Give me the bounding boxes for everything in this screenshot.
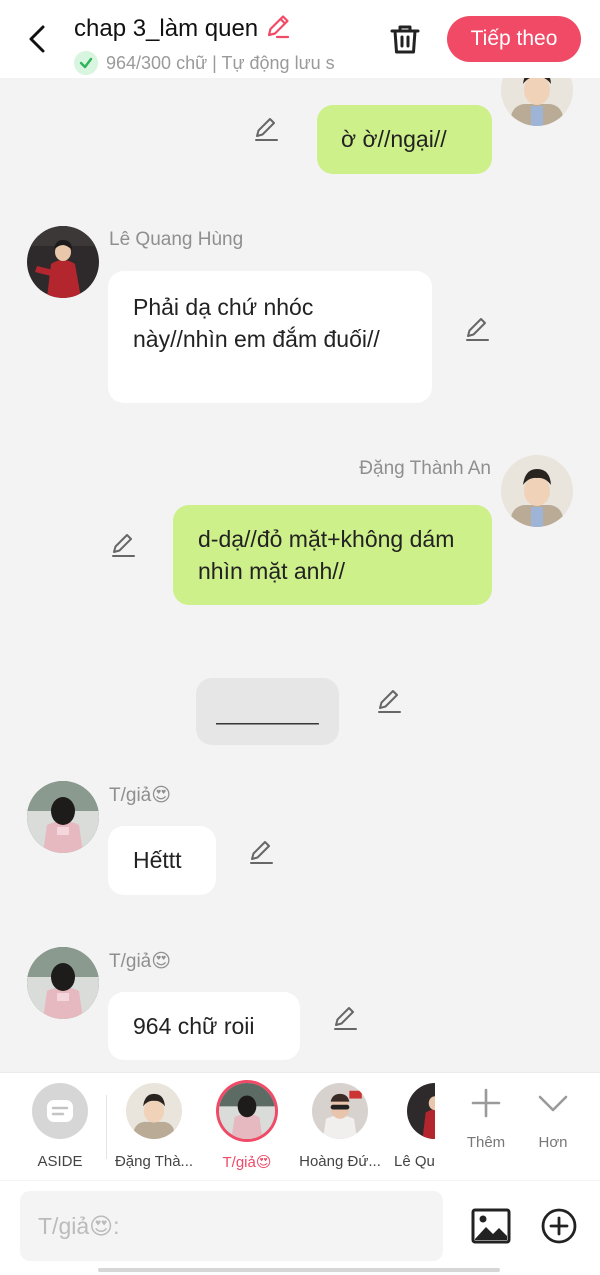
speaker-name: Đặng Thành An xyxy=(359,458,491,479)
message-bubble[interactable]: d-dạ//đỏ mặt+không dám nhìn mặt anh// xyxy=(173,505,492,605)
avatar-dang-thanh-an[interactable] xyxy=(501,455,573,527)
message-input[interactable]: T/giả😍: xyxy=(20,1191,443,1261)
character-author[interactable]: T/giả😍 xyxy=(203,1083,291,1171)
pencil-icon xyxy=(255,118,278,141)
aside-icon xyxy=(32,1083,88,1139)
add-character-button[interactable]: Thêm xyxy=(456,1087,516,1151)
pencil-icon xyxy=(112,534,135,557)
edit-message-button[interactable] xyxy=(247,838,275,866)
speaker-name: T/giả😍 xyxy=(109,785,172,806)
divider xyxy=(106,1095,107,1159)
pencil-icon xyxy=(250,841,273,864)
word-count-status: 964/300 chữ | Tự động lưu s xyxy=(106,52,335,73)
avatar xyxy=(126,1083,182,1139)
character-label: Đặng Thà... xyxy=(114,1153,194,1170)
character-label: Hoàng Đứ... xyxy=(299,1153,381,1170)
avatar xyxy=(312,1083,368,1139)
edit-message-button[interactable] xyxy=(375,687,403,715)
avatar-le-quang-hung[interactable] xyxy=(27,226,99,298)
character-le-quang-hung-clip: Lê Qu xyxy=(389,1073,435,1173)
character-aside[interactable]: ASIDE xyxy=(16,1083,104,1170)
message-bubble[interactable]: ờ ờ//ngại// xyxy=(317,105,492,174)
pencil-icon xyxy=(268,15,290,39)
more-button[interactable]: Hơn xyxy=(523,1087,583,1151)
avatar-author[interactable] xyxy=(27,947,99,1019)
aside-bubble[interactable]: ________ xyxy=(196,678,339,745)
pencil-icon xyxy=(378,690,401,713)
chapter-title: chap 3_làm quen xyxy=(74,14,259,42)
next-button[interactable]: Tiếp theo xyxy=(447,16,581,62)
pencil-icon xyxy=(466,318,489,341)
character-label: Lê Qu xyxy=(394,1153,435,1170)
character-label: ASIDE xyxy=(37,1153,83,1170)
character-dang-thanh-an[interactable]: Đặng Thà... xyxy=(110,1083,198,1170)
edit-message-button[interactable] xyxy=(463,315,491,343)
trash-icon xyxy=(390,25,420,54)
plus-circle-icon xyxy=(541,1208,577,1244)
speaker-name: Lê Quang Hùng xyxy=(109,229,244,250)
more-label: Hơn xyxy=(538,1134,568,1151)
composer: T/giả😍: xyxy=(0,1181,600,1275)
message-bubble[interactable]: 964 chữ roii xyxy=(108,992,300,1060)
plus-icon xyxy=(471,1088,501,1118)
character-le-quang-hung[interactable]: Lê Qu xyxy=(389,1083,435,1170)
insert-image-button[interactable] xyxy=(470,1205,512,1247)
delete-button[interactable] xyxy=(388,22,422,56)
image-icon xyxy=(471,1208,511,1244)
chevron-down-icon xyxy=(538,1095,568,1112)
character-label: T/giả😍 xyxy=(222,1154,272,1171)
avatar xyxy=(407,1083,435,1139)
avatar-author[interactable] xyxy=(27,781,99,853)
edit-message-button[interactable] xyxy=(331,1004,359,1032)
edit-message-button[interactable] xyxy=(252,115,280,143)
top-bar: chap 3_làm quen 964/300 chữ | Tự động lư… xyxy=(0,0,600,78)
home-indicator xyxy=(98,1268,500,1272)
edit-message-button[interactable] xyxy=(109,531,137,559)
character-selector: ASIDE Đặng Thà... T/giả😍 Hoàng Đứ... Lê … xyxy=(0,1072,600,1180)
message-bubble[interactable]: Hếttt xyxy=(108,826,216,895)
message-bubble[interactable]: Phải dạ chứ nhóc này//nhìn em đắm đuối// xyxy=(108,271,432,403)
back-button[interactable] xyxy=(22,22,52,56)
saved-check-icon xyxy=(74,51,98,75)
more-options-button[interactable] xyxy=(540,1207,578,1245)
add-label: Thêm xyxy=(466,1134,506,1151)
chevron-left-icon xyxy=(29,25,45,53)
edit-title-button[interactable] xyxy=(264,12,292,45)
avatar xyxy=(219,1083,275,1139)
speaker-name: T/giả😍 xyxy=(109,951,172,972)
character-hoang-duc[interactable]: Hoàng Đứ... xyxy=(296,1083,384,1170)
pencil-icon xyxy=(334,1007,357,1030)
title-block: chap 3_làm quen 964/300 chữ | Tự động lư… xyxy=(74,12,374,75)
